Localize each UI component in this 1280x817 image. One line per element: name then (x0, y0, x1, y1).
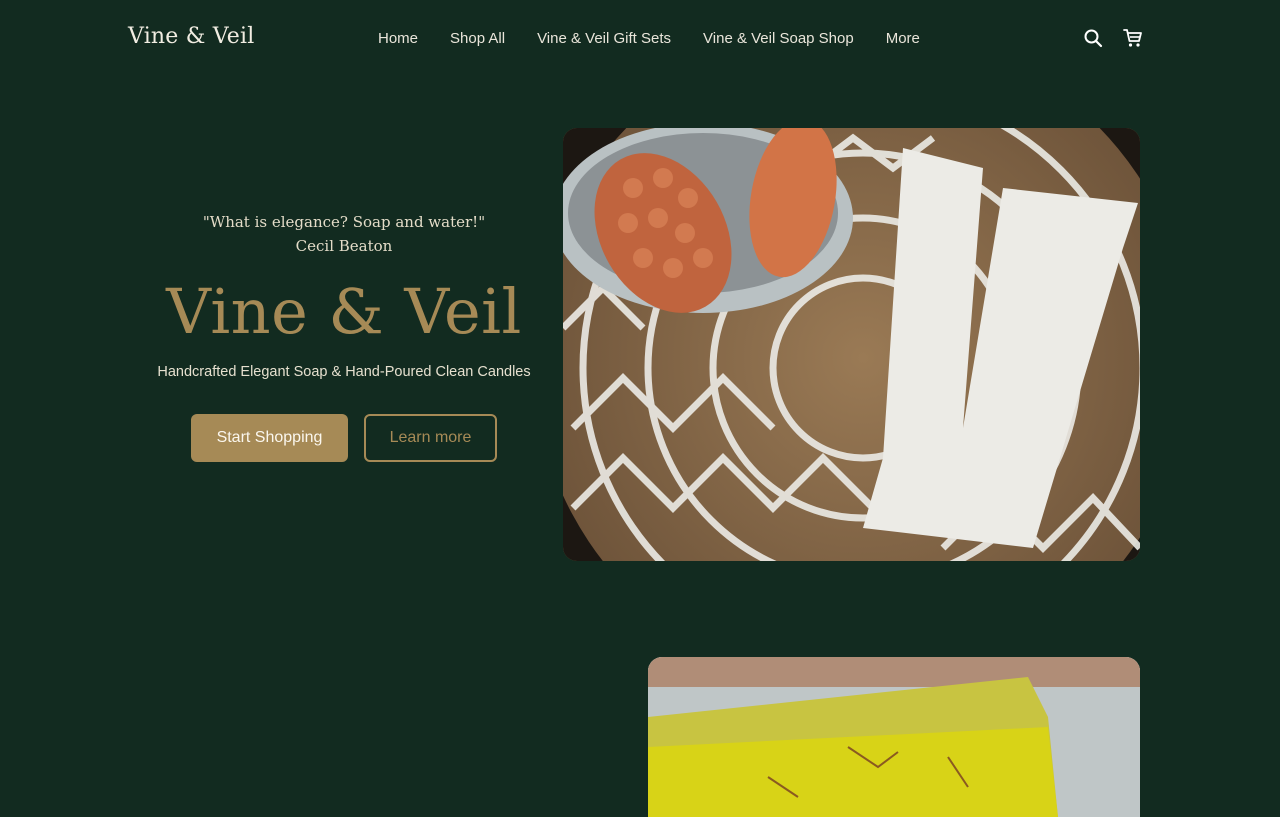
site-logo[interactable]: Vine & Veil (128, 24, 254, 49)
hero-quote: "What is elegance? Soap and water!" Ceci… (128, 210, 560, 258)
hero-product-image (563, 128, 1140, 561)
soap-bar-image (648, 657, 1140, 817)
hero-buttons: Start Shopping Learn more (128, 414, 560, 462)
nav-soap-shop[interactable]: Vine & Veil Soap Shop (703, 30, 854, 47)
quote-text: "What is elegance? Soap and water!" (202, 213, 486, 231)
start-shopping-button[interactable]: Start Shopping (191, 414, 348, 462)
nav-shop-all[interactable]: Shop All (450, 30, 505, 47)
nav-more[interactable]: More (886, 30, 920, 47)
search-icon[interactable] (1083, 28, 1103, 48)
hero-tagline: Handcrafted Elegant Soap & Hand-Poured C… (157, 364, 531, 380)
nav-gift-sets[interactable]: Vine & Veil Gift Sets (537, 30, 671, 47)
site-header: Vine & Veil Home Shop All Vine & Veil Gi… (0, 0, 1280, 80)
calendula-soap-photo (648, 657, 1140, 817)
header-icons (1083, 28, 1143, 48)
nav-home[interactable]: Home (378, 30, 418, 47)
hero-title: Vine & Veil (166, 275, 522, 348)
cart-icon[interactable] (1123, 28, 1143, 48)
hero-text: "What is elegance? Soap and water!" Ceci… (128, 210, 560, 462)
soap-tray-photo (563, 128, 1140, 561)
main-nav: Home Shop All Vine & Veil Gift Sets Vine… (378, 30, 920, 47)
quote-author: Cecil Beaton (295, 237, 393, 255)
learn-more-button[interactable]: Learn more (364, 414, 497, 462)
